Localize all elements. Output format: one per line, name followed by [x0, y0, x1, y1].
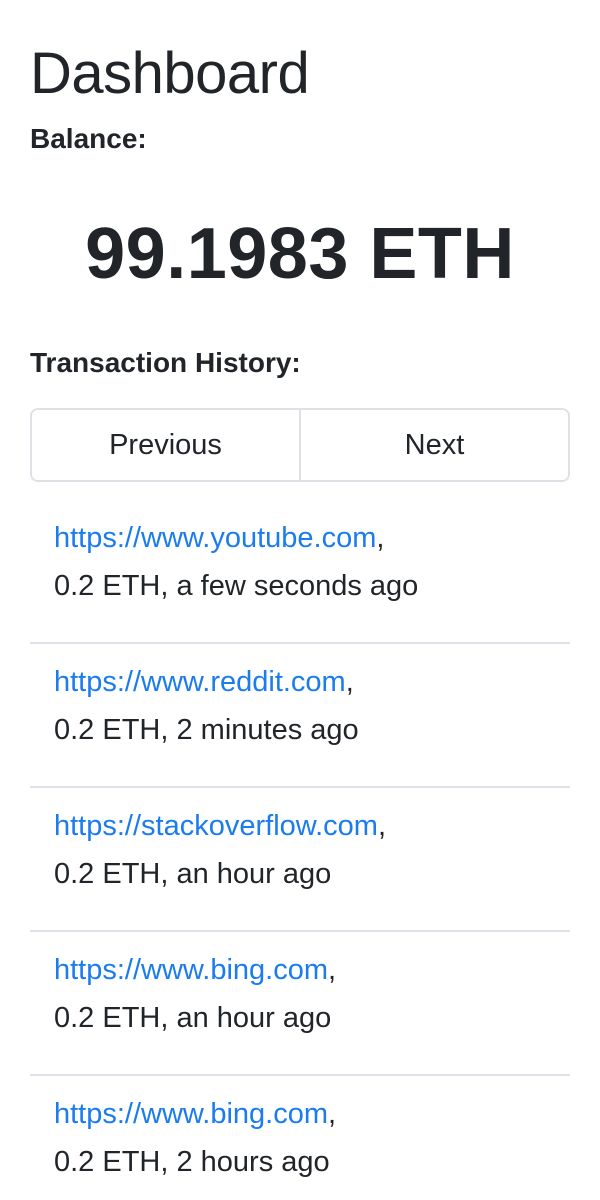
transaction-details: 0.2 ETH, a few seconds ago: [54, 570, 419, 602]
transaction-details: 0.2 ETH, 2 hours ago: [54, 1146, 330, 1178]
transaction-link[interactable]: https://www.youtube.com: [54, 522, 376, 554]
transaction-link-line: https://www.bing.com,: [54, 1090, 546, 1138]
transaction-details: 0.2 ETH, an hour ago: [54, 858, 332, 890]
next-button[interactable]: Next: [299, 410, 568, 480]
transaction-details: 0.2 ETH, an hour ago: [54, 1002, 332, 1034]
transaction-link-separator: ,: [328, 1098, 337, 1130]
transaction-link-line: https://www.youtube.com,: [54, 514, 546, 562]
transaction-history-label: Transaction History:: [30, 347, 301, 378]
transaction-link-line: https://stackoverflow.com,: [54, 802, 546, 850]
dashboard-page: Dashboard Balance: 99.1983 ETH Transacti…: [0, 0, 600, 1200]
transaction-link[interactable]: https://www.reddit.com: [54, 666, 346, 698]
transaction-list: https://www.youtube.com, 0.2 ETH, a few …: [30, 500, 570, 1200]
transaction-link[interactable]: https://www.bing.com: [54, 954, 328, 986]
transaction-link[interactable]: https://stackoverflow.com: [54, 810, 378, 842]
transaction-item: https://stackoverflow.com, 0.2 ETH, an h…: [30, 788, 570, 932]
page-title: Dashboard: [30, 41, 310, 106]
transaction-link-separator: ,: [377, 810, 387, 842]
transaction-item: https://www.bing.com, 0.2 ETH, 2 hours a…: [30, 1076, 570, 1200]
transaction-link-line: https://www.reddit.com,: [54, 658, 546, 706]
transaction-link[interactable]: https://www.bing.com: [54, 1098, 328, 1130]
previous-button[interactable]: Previous: [32, 410, 299, 480]
transaction-link-separator: ,: [345, 666, 354, 698]
transaction-details: 0.2 ETH, 2 minutes ago: [54, 714, 359, 746]
transaction-item: https://www.reddit.com, 0.2 ETH, 2 minut…: [30, 644, 570, 788]
balance-value: 99.1983 ETH: [85, 214, 515, 294]
transaction-item: https://www.bing.com, 0.2 ETH, an hour a…: [30, 932, 570, 1076]
transaction-link-line: https://www.bing.com,: [54, 946, 546, 994]
balance-label: Balance:: [30, 123, 147, 154]
transaction-link-separator: ,: [328, 954, 337, 986]
transaction-item: https://www.youtube.com, 0.2 ETH, a few …: [30, 500, 570, 644]
transaction-link-separator: ,: [376, 522, 385, 554]
pagination: Previous Next: [30, 408, 570, 482]
